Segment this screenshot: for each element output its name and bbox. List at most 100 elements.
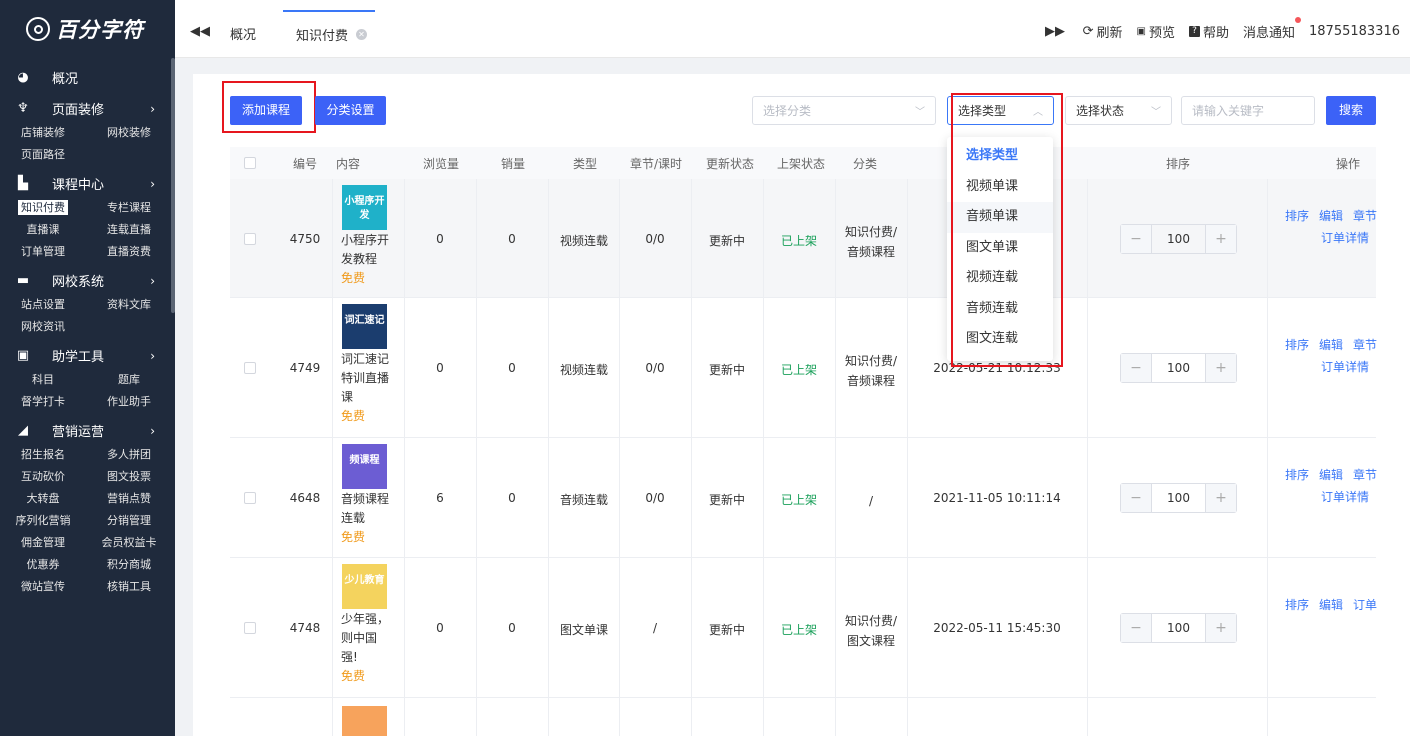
sidebar-item[interactable]: 科目 <box>0 369 86 391</box>
plus-icon[interactable]: + <box>1206 224 1236 253</box>
sidebar-item[interactable]: 连载直播 <box>86 219 172 241</box>
publish-status[interactable]: 已上架 <box>764 491 834 508</box>
course-name[interactable]: 音频课程 连载 免费 <box>341 490 401 547</box>
tab-overview[interactable]: 概况 <box>230 10 256 56</box>
sidebar-item[interactable]: 互动砍价 <box>0 466 86 488</box>
sidebar-item[interactable]: 资料文库 <box>86 294 172 316</box>
sidebar-item[interactable]: 图文投票 <box>86 466 172 488</box>
publish-status[interactable]: 已上架 <box>764 232 834 249</box>
minus-icon[interactable]: − <box>1121 484 1151 512</box>
sidebar-item[interactable]: 作业助手 <box>86 391 172 413</box>
refresh-button[interactable]: ⟳ 刷新 <box>1083 22 1123 41</box>
tab-knowledge-pay[interactable]: 知识付费 ✕ <box>283 10 375 56</box>
keyword-input[interactable]: 请输入关键字 <box>1181 96 1315 125</box>
category-select[interactable]: 选择分类 ﹀ <box>752 96 936 125</box>
course-thumbnail[interactable]: 词汇速记 <box>342 304 387 349</box>
sidebar-item[interactable]: 分销管理 <box>86 510 172 532</box>
sidebar-item[interactable]: 知识付费 <box>0 197 86 219</box>
status-select[interactable]: 选择状态 ﹀ <box>1065 96 1172 125</box>
sidebar-section[interactable]: ◕ 概况 <box>0 64 175 91</box>
sidebar-item[interactable]: 大转盘 <box>0 488 86 510</box>
minus-icon[interactable]: − <box>1121 224 1151 253</box>
brand-logo[interactable]: 百分字符 <box>0 0 175 58</box>
sidebar-item[interactable]: 优惠券 <box>0 554 86 576</box>
sort-value[interactable]: 100 <box>1151 224 1206 253</box>
action-link[interactable]: 章节 <box>1353 209 1377 223</box>
plus-icon[interactable]: + <box>1206 484 1236 512</box>
sidebar-item[interactable]: 题库 <box>86 369 172 391</box>
sidebar-item[interactable]: 多人拼团 <box>86 444 172 466</box>
sort-stepper[interactable]: −100 + <box>1120 613 1237 643</box>
plus-icon[interactable]: + <box>1206 354 1236 382</box>
select-all-checkbox[interactable] <box>244 157 256 169</box>
sidebar-item[interactable]: 积分商城 <box>86 554 172 576</box>
sort-value[interactable]: 100 <box>1151 354 1206 382</box>
sidebar-item[interactable]: 招生报名 <box>0 444 86 466</box>
search-button[interactable]: 搜索 <box>1326 96 1376 125</box>
action-link[interactable]: 章节 <box>1353 338 1377 352</box>
minus-icon[interactable]: − <box>1121 354 1151 382</box>
sidebar-item[interactable]: 营销点赞 <box>86 488 172 510</box>
sidebar-section[interactable]: ♆ 页面装修 › <box>0 95 175 122</box>
sort-stepper[interactable]: −100 + <box>1120 483 1237 513</box>
sidebar-item[interactable]: 佣金管理 <box>0 532 86 554</box>
sort-stepper[interactable]: −100 + <box>1120 353 1237 383</box>
minus-icon[interactable]: − <box>1121 614 1151 642</box>
sidebar-item[interactable]: 督学打卡 <box>0 391 86 413</box>
preview-button[interactable]: ▣ 预览 <box>1137 22 1175 41</box>
course-thumbnail[interactable] <box>342 706 387 736</box>
action-link[interactable]: 排序 <box>1285 338 1309 352</box>
sort-value[interactable]: 100 <box>1151 484 1206 512</box>
sidebar-scrollbar[interactable] <box>171 58 175 313</box>
action-link[interactable]: 排序 <box>1285 209 1309 223</box>
action-link[interactable]: 排序 <box>1285 468 1309 482</box>
course-thumbnail[interactable]: 频课程 <box>342 444 387 489</box>
sidebar-item[interactable]: 序列化营销 <box>0 510 86 532</box>
sidebar-item[interactable]: 核销工具 <box>86 576 172 598</box>
course-name[interactable]: 词汇速记 特训直播课免费 <box>341 350 401 426</box>
help-button[interactable]: ? 帮助 <box>1188 22 1229 41</box>
tabs-scroll-right-icon[interactable]: ▶▶ <box>1045 24 1065 39</box>
sidebar-item[interactable]: 店铺装修 <box>0 122 86 144</box>
sidebar-item[interactable]: 页面路径 <box>0 144 86 166</box>
action-link[interactable]: 订单 <box>1353 598 1377 612</box>
sidebar-item[interactable]: 网校装修 <box>86 122 172 144</box>
row-checkbox[interactable] <box>244 362 256 374</box>
sidebar-item[interactable]: 直播课 <box>0 219 86 241</box>
sort-value[interactable]: 100 <box>1151 614 1206 642</box>
order-detail-link[interactable]: 订单详情 <box>1285 227 1385 249</box>
sidebar-item[interactable]: 微站宣传 <box>0 576 86 598</box>
sidebar-item[interactable]: 站点设置 <box>0 294 86 316</box>
plus-icon[interactable]: + <box>1206 614 1236 642</box>
category-settings-button[interactable]: 分类设置 <box>315 96 386 125</box>
action-link[interactable]: 编辑 <box>1319 338 1343 352</box>
publish-status[interactable]: 已上架 <box>764 621 834 638</box>
sidebar-section[interactable]: ▬ 网校系统 › <box>0 267 175 294</box>
course-thumbnail[interactable]: 小程序开发 <box>342 185 387 230</box>
sidebar-item[interactable]: 直播资费 <box>86 241 172 263</box>
row-checkbox[interactable] <box>244 492 256 504</box>
tabs-scroll-left-icon[interactable]: ◀◀ <box>190 24 210 39</box>
sidebar-item[interactable]: 专栏课程 <box>86 197 172 219</box>
sidebar-section[interactable]: ◢ 营销运营 › <box>0 417 175 444</box>
sidebar-item[interactable]: 会员权益卡 <box>86 532 172 554</box>
action-link[interactable]: 排序 <box>1285 598 1309 612</box>
action-link[interactable]: 编辑 <box>1319 598 1343 612</box>
action-link[interactable]: 编辑 <box>1319 209 1343 223</box>
close-icon[interactable]: ✕ <box>356 28 368 40</box>
course-thumbnail[interactable]: 少儿教育 <box>342 564 387 609</box>
sidebar-item[interactable]: 网校资讯 <box>0 316 86 338</box>
row-checkbox[interactable] <box>244 622 256 634</box>
action-link[interactable]: 编辑 <box>1319 468 1343 482</box>
user-phone[interactable]: 18755183316 <box>1309 24 1400 39</box>
course-name[interactable]: 少年强， 则中国 强! 免费 <box>341 610 401 686</box>
order-detail-link[interactable]: 订单详情 <box>1285 486 1385 508</box>
sidebar-item[interactable]: 订单管理 <box>0 241 86 263</box>
course-name[interactable]: 小程序开 发教程 免费 <box>341 231 401 288</box>
sort-stepper[interactable]: −100 + <box>1120 223 1237 254</box>
action-link[interactable]: 章节 <box>1353 468 1377 482</box>
sidebar-section[interactable]: ▙ 课程中心 › <box>0 170 175 197</box>
row-checkbox[interactable] <box>244 232 256 245</box>
order-detail-link[interactable]: 订单详情 <box>1285 356 1385 378</box>
notifications-button[interactable]: 消息通知 <box>1243 17 1302 41</box>
